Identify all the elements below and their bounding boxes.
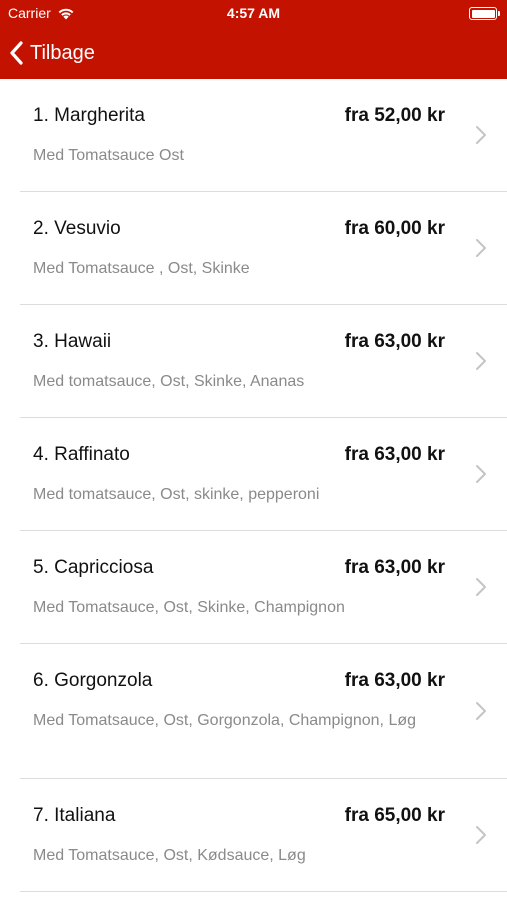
- chevron-right-icon: [476, 702, 486, 720]
- battery-icon: [469, 7, 500, 20]
- chevron-right-icon: [476, 826, 486, 844]
- item-name: 5. Capricciosa: [33, 557, 154, 578]
- item-name: 1. Margherita: [33, 105, 145, 126]
- item-name: 4. Raffinato: [33, 444, 130, 465]
- item-price: fra 65,00 kr: [344, 805, 445, 826]
- back-label: Tilbage: [30, 41, 95, 64]
- chevron-right-icon: [476, 239, 486, 257]
- item-name: 2. Vesuvio: [33, 218, 121, 239]
- item-price: fra 52,00 kr: [344, 105, 445, 126]
- item-description: Med Tomatsauce Ost: [33, 147, 184, 164]
- item-price: fra 63,00 kr: [344, 557, 445, 578]
- menu-item-raffinato[interactable]: 4. Raffinato fra 63,00 kr Med tomatsauce…: [20, 418, 507, 531]
- chevron-right-icon: [476, 578, 486, 596]
- menu-item-capricciosa[interactable]: 5. Capricciosa fra 63,00 kr Med Tomatsau…: [20, 531, 507, 644]
- item-name: 7. Italiana: [33, 805, 116, 826]
- chevron-right-icon: [476, 465, 486, 483]
- navigation-bar: Tilbage: [0, 28, 507, 79]
- item-price: fra 63,00 kr: [344, 331, 445, 352]
- menu-list: 1. Margherita fra 52,00 kr Med Tomatsauc…: [0, 79, 507, 892]
- item-description: Med Tomatsauce , Ost, Skinke: [33, 260, 250, 277]
- item-description: Med tomatsauce, Ost, Skinke, Ananas: [33, 373, 305, 390]
- status-bar: Carrier 4:57 AM: [0, 0, 507, 28]
- back-button[interactable]: Tilbage: [10, 38, 95, 68]
- chevron-left-icon: [10, 41, 23, 65]
- item-name: 3. Hawaii: [33, 331, 112, 352]
- menu-item-hawaii[interactable]: 3. Hawaii fra 63,00 kr Med tomatsauce, O…: [20, 305, 507, 418]
- menu-item-gorgonzola[interactable]: 6. Gorgonzola fra 63,00 kr Med Tomatsauc…: [20, 644, 507, 779]
- item-description: Med Tomatsauce, Ost, Skinke, Champignon: [33, 599, 345, 616]
- item-description: Med Tomatsauce, Ost, Kødsauce, Løg: [33, 847, 306, 864]
- menu-item-vesuvio[interactable]: 2. Vesuvio fra 60,00 kr Med Tomatsauce ,…: [20, 192, 507, 305]
- status-time: 4:57 AM: [226, 5, 281, 21]
- item-price: fra 63,00 kr: [344, 670, 445, 691]
- item-price: fra 63,00 kr: [344, 444, 445, 465]
- item-name: 6. Gorgonzola: [33, 670, 153, 691]
- item-description: Med Tomatsauce, Ost, Gorgonzola, Champig…: [33, 712, 417, 729]
- menu-item-margherita[interactable]: 1. Margherita fra 52,00 kr Med Tomatsauc…: [20, 79, 507, 192]
- item-description: Med tomatsauce, Ost, skinke, pepperoni: [33, 486, 320, 503]
- item-price: fra 60,00 kr: [344, 218, 445, 239]
- menu-item-italiana[interactable]: 7. Italiana fra 65,00 kr Med Tomatsauce,…: [20, 779, 507, 892]
- chevron-right-icon: [476, 352, 486, 370]
- chevron-right-icon: [476, 126, 486, 144]
